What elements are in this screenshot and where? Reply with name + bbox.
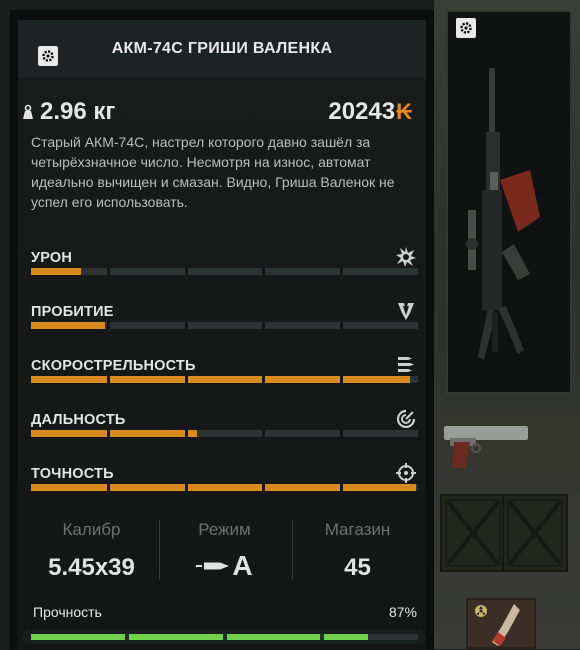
pistol-image <box>444 426 528 468</box>
range-icon <box>396 409 416 429</box>
stat-fill <box>31 430 198 437</box>
bullets-icon <box>398 357 414 372</box>
stat-range: ДАЛЬНОСТЬ <box>31 409 419 437</box>
bar-segment-divider <box>107 376 111 383</box>
explosion-icon <box>396 247 416 267</box>
weight-display: 2.96 кг <box>20 97 115 127</box>
bar-segment-divider <box>184 376 188 383</box>
durability-label: Прочность <box>33 604 102 620</box>
fire-mode-info: Режим A <box>162 520 287 582</box>
settings-icon[interactable] <box>456 18 476 38</box>
stat-fill <box>31 484 417 491</box>
durability-segment <box>31 634 125 640</box>
bar-segment-divider <box>107 322 111 329</box>
mode-label: Режим <box>198 520 251 539</box>
stat-bar <box>31 268 418 275</box>
bar-segment-divider <box>107 268 111 275</box>
stat-label: ПРОБИТИЕ <box>31 304 114 320</box>
fire-mode-value: A <box>162 550 287 582</box>
durability-value: 87% <box>388 604 417 620</box>
stat-label: СКОРОСТРЕЛЬНОСТЬ <box>31 358 196 374</box>
bar-segment-divider <box>339 376 343 383</box>
consumable-slot[interactable] <box>466 598 536 649</box>
durability-segment <box>324 634 368 640</box>
magazine-value: 45 <box>344 554 371 581</box>
fire-mode-letter: A <box>232 550 253 581</box>
divider <box>159 520 160 580</box>
rifle-image <box>466 68 540 360</box>
bar-segment-divider <box>339 484 343 491</box>
bullet-icon <box>196 562 230 570</box>
stat-damage: УРОН <box>31 247 419 275</box>
stat-accuracy: ТОЧНОСТЬ <box>31 463 419 491</box>
stat-bar <box>31 484 418 491</box>
empty-slot-left[interactable] <box>440 494 506 572</box>
caliber-value: 5.45x39 <box>48 554 135 581</box>
empty-slot-right[interactable] <box>502 494 568 572</box>
stat-fill <box>31 322 105 329</box>
stat-bar <box>31 430 418 437</box>
caliber-label: Калибр <box>62 520 121 539</box>
weight-value: 2.96 кг <box>40 98 116 125</box>
magazine-label: Магазин <box>324 520 391 539</box>
stat-bar <box>31 322 418 329</box>
durability-bar <box>31 634 418 640</box>
bar-segment-divider <box>339 322 343 329</box>
caliber-info: Калибр 5.45x39 <box>29 520 154 582</box>
price-display: 20243 ₭ <box>328 97 412 127</box>
bar-segment-divider <box>184 430 188 437</box>
bar-segment-divider <box>184 268 188 275</box>
penetration-icon <box>398 303 414 320</box>
bar-segment-divider <box>262 322 266 329</box>
bar-segment-divider <box>339 430 343 437</box>
stat-fill <box>31 376 411 383</box>
bar-segment-divider <box>107 484 111 491</box>
weight-icon <box>23 104 33 119</box>
stat-bar <box>31 376 418 383</box>
divider <box>292 520 293 580</box>
panel-header: АКМ-74С ГРИШИ ВАЛЕНКА <box>18 20 426 79</box>
bar-segment-divider <box>262 268 266 275</box>
bar-segment-divider <box>107 430 111 437</box>
stat-label: ТОЧНОСТЬ <box>31 466 114 482</box>
stat-fire-rate: СКОРОСТРЕЛЬНОСТЬ <box>31 357 419 383</box>
radiation-icon <box>475 605 487 617</box>
bar-segment-divider <box>339 268 343 275</box>
crosshair-icon <box>396 463 416 483</box>
vodka-bottle-image <box>492 604 520 646</box>
item-description: Старый АКМ-74С, настрел которого давно з… <box>31 134 395 210</box>
bar-segment-divider <box>262 376 266 383</box>
bar-segment-divider <box>184 484 188 491</box>
weapon-slot[interactable] <box>446 10 572 394</box>
bar-segment-divider <box>262 430 266 437</box>
pistol-slot[interactable] <box>440 416 580 472</box>
stat-label: ДАЛЬНОСТЬ <box>31 412 126 428</box>
durability-segment <box>226 634 321 640</box>
currency-icon: ₭ <box>396 99 412 124</box>
stat-label: УРОН <box>31 250 73 266</box>
magazine-info: Магазин 45 <box>295 520 420 582</box>
item-title: АКМ-74С ГРИШИ ВАЛЕНКА <box>111 40 333 57</box>
price-value: 20243 <box>328 98 396 125</box>
bar-segment-divider <box>184 322 188 329</box>
bar-segment-divider <box>262 484 266 491</box>
durability-segment <box>128 634 223 640</box>
stat-fill <box>31 268 82 275</box>
stat-penetration: ПРОБИТИЕ <box>31 303 419 329</box>
